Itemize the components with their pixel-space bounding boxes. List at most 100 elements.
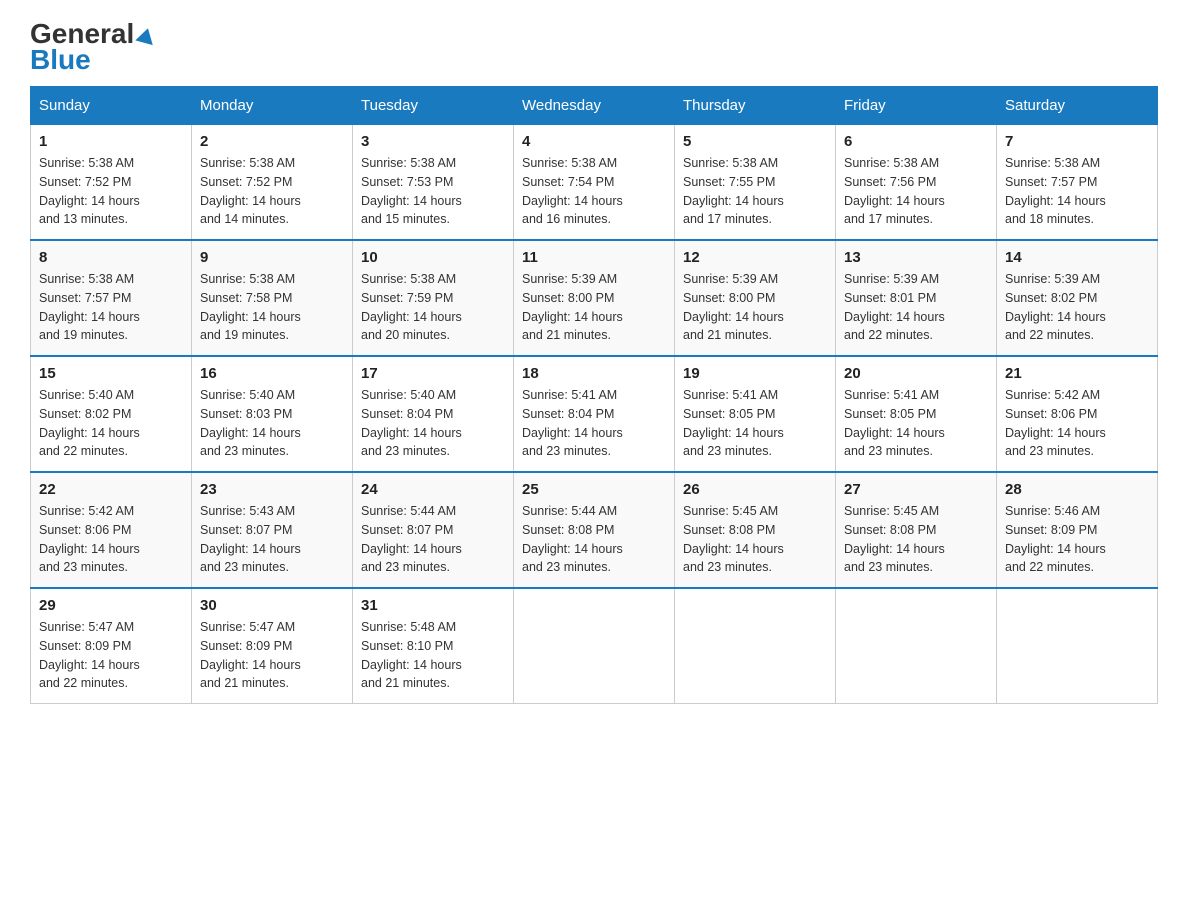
calendar-week-5: 29 Sunrise: 5:47 AM Sunset: 8:09 PM Dayl… xyxy=(31,588,1158,704)
calendar-table: SundayMondayTuesdayWednesdayThursdayFrid… xyxy=(30,86,1158,704)
day-info: Sunrise: 5:39 AM Sunset: 8:00 PM Dayligh… xyxy=(683,272,784,342)
day-number: 12 xyxy=(683,249,827,266)
day-number: 6 xyxy=(844,133,988,150)
calendar-header-row: SundayMondayTuesdayWednesdayThursdayFrid… xyxy=(31,87,1158,125)
calendar-cell: 26 Sunrise: 5:45 AM Sunset: 8:08 PM Dayl… xyxy=(675,472,836,588)
logo-blue: Blue xyxy=(30,44,91,76)
day-info: Sunrise: 5:38 AM Sunset: 7:55 PM Dayligh… xyxy=(683,156,784,226)
day-info: Sunrise: 5:38 AM Sunset: 7:54 PM Dayligh… xyxy=(522,156,623,226)
day-number: 19 xyxy=(683,365,827,382)
calendar-cell: 15 Sunrise: 5:40 AM Sunset: 8:02 PM Dayl… xyxy=(31,356,192,472)
day-info: Sunrise: 5:42 AM Sunset: 8:06 PM Dayligh… xyxy=(1005,388,1106,458)
calendar-week-1: 1 Sunrise: 5:38 AM Sunset: 7:52 PM Dayli… xyxy=(31,125,1158,241)
calendar-cell: 29 Sunrise: 5:47 AM Sunset: 8:09 PM Dayl… xyxy=(31,588,192,704)
calendar-cell: 13 Sunrise: 5:39 AM Sunset: 8:01 PM Dayl… xyxy=(836,240,997,356)
day-number: 1 xyxy=(39,133,183,150)
calendar-cell: 24 Sunrise: 5:44 AM Sunset: 8:07 PM Dayl… xyxy=(353,472,514,588)
day-info: Sunrise: 5:47 AM Sunset: 8:09 PM Dayligh… xyxy=(200,620,301,690)
calendar-cell: 28 Sunrise: 5:46 AM Sunset: 8:09 PM Dayl… xyxy=(997,472,1158,588)
calendar-cell: 8 Sunrise: 5:38 AM Sunset: 7:57 PM Dayli… xyxy=(31,240,192,356)
day-number: 11 xyxy=(522,249,666,266)
day-number: 26 xyxy=(683,481,827,498)
day-number: 28 xyxy=(1005,481,1149,498)
day-info: Sunrise: 5:38 AM Sunset: 7:56 PM Dayligh… xyxy=(844,156,945,226)
day-info: Sunrise: 5:38 AM Sunset: 7:58 PM Dayligh… xyxy=(200,272,301,342)
calendar-cell: 5 Sunrise: 5:38 AM Sunset: 7:55 PM Dayli… xyxy=(675,125,836,241)
day-number: 8 xyxy=(39,249,183,266)
calendar-cell: 22 Sunrise: 5:42 AM Sunset: 8:06 PM Dayl… xyxy=(31,472,192,588)
day-number: 5 xyxy=(683,133,827,150)
calendar-cell: 20 Sunrise: 5:41 AM Sunset: 8:05 PM Dayl… xyxy=(836,356,997,472)
day-number: 3 xyxy=(361,133,505,150)
day-info: Sunrise: 5:38 AM Sunset: 7:52 PM Dayligh… xyxy=(200,156,301,226)
day-number: 22 xyxy=(39,481,183,498)
calendar-cell: 17 Sunrise: 5:40 AM Sunset: 8:04 PM Dayl… xyxy=(353,356,514,472)
day-info: Sunrise: 5:38 AM Sunset: 7:52 PM Dayligh… xyxy=(39,156,140,226)
logo: General Blue xyxy=(30,20,155,76)
day-number: 16 xyxy=(200,365,344,382)
day-info: Sunrise: 5:39 AM Sunset: 8:01 PM Dayligh… xyxy=(844,272,945,342)
calendar-cell: 7 Sunrise: 5:38 AM Sunset: 7:57 PM Dayli… xyxy=(997,125,1158,241)
calendar-cell: 11 Sunrise: 5:39 AM Sunset: 8:00 PM Dayl… xyxy=(514,240,675,356)
day-number: 17 xyxy=(361,365,505,382)
column-header-sunday: Sunday xyxy=(31,87,192,125)
column-header-thursday: Thursday xyxy=(675,87,836,125)
day-number: 31 xyxy=(361,597,505,614)
calendar-cell: 4 Sunrise: 5:38 AM Sunset: 7:54 PM Dayli… xyxy=(514,125,675,241)
day-number: 25 xyxy=(522,481,666,498)
calendar-cell: 2 Sunrise: 5:38 AM Sunset: 7:52 PM Dayli… xyxy=(192,125,353,241)
calendar-cell: 21 Sunrise: 5:42 AM Sunset: 8:06 PM Dayl… xyxy=(997,356,1158,472)
day-number: 20 xyxy=(844,365,988,382)
column-header-saturday: Saturday xyxy=(997,87,1158,125)
day-number: 10 xyxy=(361,249,505,266)
column-header-friday: Friday xyxy=(836,87,997,125)
day-info: Sunrise: 5:43 AM Sunset: 8:07 PM Dayligh… xyxy=(200,504,301,574)
calendar-cell: 9 Sunrise: 5:38 AM Sunset: 7:58 PM Dayli… xyxy=(192,240,353,356)
calendar-cell: 16 Sunrise: 5:40 AM Sunset: 8:03 PM Dayl… xyxy=(192,356,353,472)
day-info: Sunrise: 5:46 AM Sunset: 8:09 PM Dayligh… xyxy=(1005,504,1106,574)
day-info: Sunrise: 5:40 AM Sunset: 8:04 PM Dayligh… xyxy=(361,388,462,458)
day-info: Sunrise: 5:38 AM Sunset: 7:57 PM Dayligh… xyxy=(1005,156,1106,226)
calendar-cell xyxy=(675,588,836,704)
day-info: Sunrise: 5:42 AM Sunset: 8:06 PM Dayligh… xyxy=(39,504,140,574)
column-header-wednesday: Wednesday xyxy=(514,87,675,125)
calendar-cell: 23 Sunrise: 5:43 AM Sunset: 8:07 PM Dayl… xyxy=(192,472,353,588)
calendar-cell xyxy=(997,588,1158,704)
day-info: Sunrise: 5:38 AM Sunset: 7:53 PM Dayligh… xyxy=(361,156,462,226)
day-info: Sunrise: 5:39 AM Sunset: 8:00 PM Dayligh… xyxy=(522,272,623,342)
calendar-cell: 30 Sunrise: 5:47 AM Sunset: 8:09 PM Dayl… xyxy=(192,588,353,704)
column-header-tuesday: Tuesday xyxy=(353,87,514,125)
calendar-cell: 18 Sunrise: 5:41 AM Sunset: 8:04 PM Dayl… xyxy=(514,356,675,472)
calendar-cell: 14 Sunrise: 5:39 AM Sunset: 8:02 PM Dayl… xyxy=(997,240,1158,356)
day-number: 21 xyxy=(1005,365,1149,382)
calendar-cell: 6 Sunrise: 5:38 AM Sunset: 7:56 PM Dayli… xyxy=(836,125,997,241)
calendar-cell xyxy=(836,588,997,704)
day-info: Sunrise: 5:38 AM Sunset: 7:57 PM Dayligh… xyxy=(39,272,140,342)
calendar-cell xyxy=(514,588,675,704)
day-number: 9 xyxy=(200,249,344,266)
calendar-cell: 19 Sunrise: 5:41 AM Sunset: 8:05 PM Dayl… xyxy=(675,356,836,472)
calendar-cell: 1 Sunrise: 5:38 AM Sunset: 7:52 PM Dayli… xyxy=(31,125,192,241)
day-info: Sunrise: 5:39 AM Sunset: 8:02 PM Dayligh… xyxy=(1005,272,1106,342)
day-info: Sunrise: 5:38 AM Sunset: 7:59 PM Dayligh… xyxy=(361,272,462,342)
day-info: Sunrise: 5:40 AM Sunset: 8:02 PM Dayligh… xyxy=(39,388,140,458)
day-number: 24 xyxy=(361,481,505,498)
page-header: General Blue xyxy=(30,20,1158,76)
day-number: 4 xyxy=(522,133,666,150)
day-info: Sunrise: 5:48 AM Sunset: 8:10 PM Dayligh… xyxy=(361,620,462,690)
day-number: 18 xyxy=(522,365,666,382)
calendar-cell: 31 Sunrise: 5:48 AM Sunset: 8:10 PM Dayl… xyxy=(353,588,514,704)
day-info: Sunrise: 5:45 AM Sunset: 8:08 PM Dayligh… xyxy=(844,504,945,574)
calendar-week-2: 8 Sunrise: 5:38 AM Sunset: 7:57 PM Dayli… xyxy=(31,240,1158,356)
day-number: 29 xyxy=(39,597,183,614)
calendar-week-3: 15 Sunrise: 5:40 AM Sunset: 8:02 PM Dayl… xyxy=(31,356,1158,472)
calendar-cell: 25 Sunrise: 5:44 AM Sunset: 8:08 PM Dayl… xyxy=(514,472,675,588)
day-number: 23 xyxy=(200,481,344,498)
day-number: 7 xyxy=(1005,133,1149,150)
day-info: Sunrise: 5:44 AM Sunset: 8:08 PM Dayligh… xyxy=(522,504,623,574)
day-number: 2 xyxy=(200,133,344,150)
day-info: Sunrise: 5:44 AM Sunset: 8:07 PM Dayligh… xyxy=(361,504,462,574)
day-number: 15 xyxy=(39,365,183,382)
day-info: Sunrise: 5:41 AM Sunset: 8:04 PM Dayligh… xyxy=(522,388,623,458)
calendar-cell: 3 Sunrise: 5:38 AM Sunset: 7:53 PM Dayli… xyxy=(353,125,514,241)
